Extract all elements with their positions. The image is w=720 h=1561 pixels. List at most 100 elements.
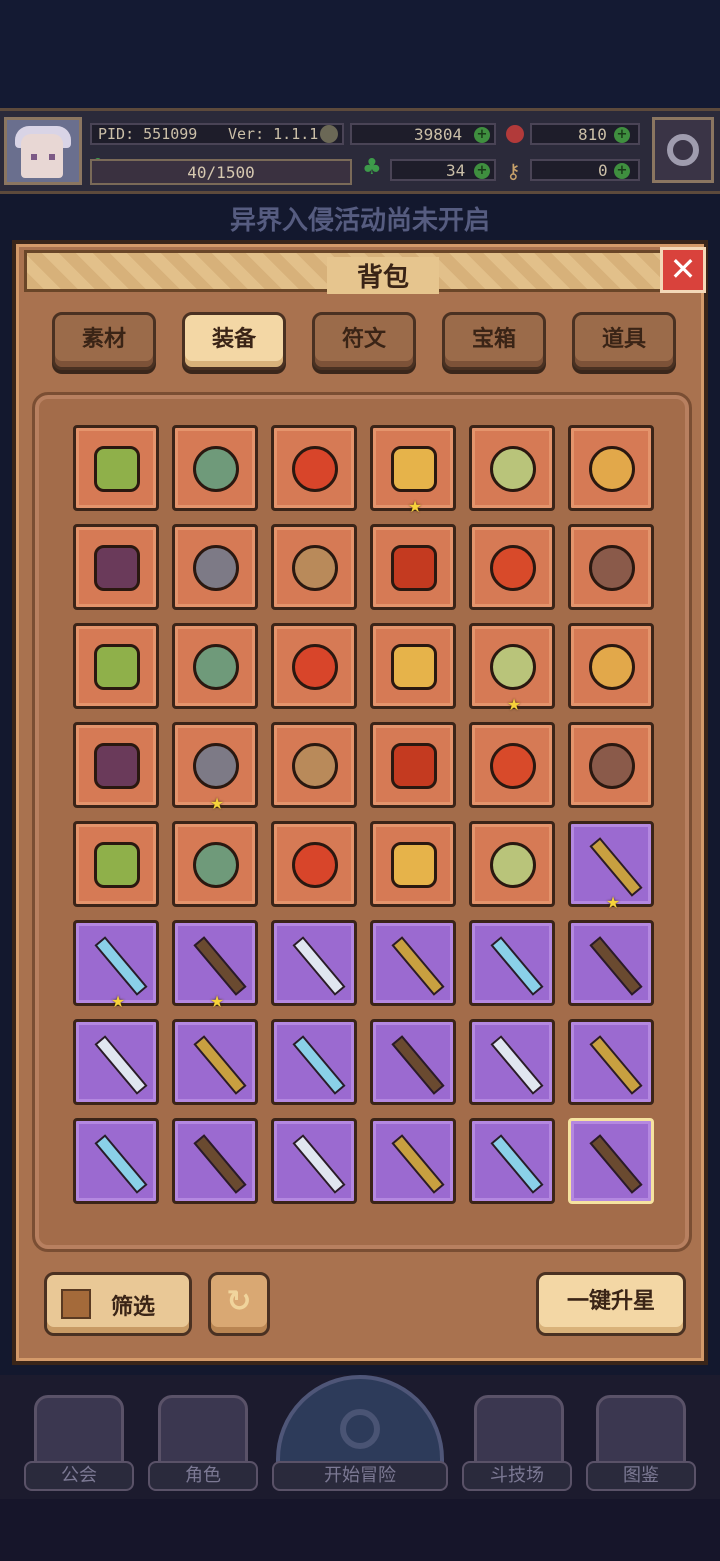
- equipment-slot[interactable]: [271, 623, 357, 709]
- equipment-slot[interactable]: [469, 1118, 555, 1204]
- star-icon: ★: [209, 794, 225, 813]
- feather-necklace-icon: [94, 842, 140, 888]
- crossbow-icon: [589, 1134, 643, 1194]
- equipment-slot[interactable]: [370, 623, 456, 709]
- equipment-slot[interactable]: [271, 920, 357, 1006]
- equipment-slot[interactable]: [271, 524, 357, 610]
- equipment-slot[interactable]: ★: [172, 920, 258, 1011]
- equipment-slot[interactable]: [271, 1019, 357, 1105]
- equipment-slot[interactable]: [271, 1118, 357, 1204]
- filter-button[interactable]: 筛选: [44, 1272, 192, 1336]
- jade-armor-icon: [193, 446, 239, 492]
- equipment-slot[interactable]: [172, 425, 258, 511]
- equipment-slot[interactable]: [568, 1118, 654, 1204]
- green-heart-necklace-icon: [193, 743, 239, 789]
- equipment-slot[interactable]: [370, 722, 456, 808]
- equipment-slot[interactable]: ★: [172, 722, 258, 813]
- equipment-slot[interactable]: [172, 524, 258, 610]
- equipment-slot[interactable]: [568, 920, 654, 1006]
- steel-sword-icon: [490, 1035, 544, 1095]
- winged-belt-icon: [589, 545, 635, 591]
- key-add-icon[interactable]: +: [614, 163, 630, 179]
- equipment-slot[interactable]: [271, 821, 357, 907]
- equipment-slot[interactable]: [172, 821, 258, 907]
- equipment-slot[interactable]: [370, 821, 456, 907]
- charm-necklace-icon: [589, 743, 635, 789]
- gold-sword-icon: [490, 936, 544, 996]
- gear-icon: [667, 134, 699, 166]
- equipment-slot[interactable]: ★: [370, 425, 456, 516]
- grid-icon: [61, 1289, 91, 1319]
- bag-panel: 背包 ✕ 素材 装备 符文 宝箱 道具 ★ ★ ★ ★ ★ ★ 筛选 ↻ 一键升星: [12, 240, 708, 1365]
- equipment-slot[interactable]: [73, 821, 159, 907]
- tab-items[interactable]: 道具: [572, 312, 676, 370]
- equipment-slot[interactable]: [271, 425, 357, 511]
- equipment-slot[interactable]: [73, 722, 159, 808]
- equipment-slot[interactable]: [73, 1118, 159, 1204]
- equipment-slot[interactable]: [370, 920, 456, 1006]
- settings-button[interactable]: [652, 117, 714, 183]
- clover-add-icon[interactable]: +: [474, 163, 490, 179]
- key-amount: 0: [598, 161, 608, 180]
- equipment-slot[interactable]: [469, 1019, 555, 1105]
- clover-icon: ♣: [362, 155, 382, 180]
- tab-materials[interactable]: 素材: [52, 312, 156, 370]
- equipment-slot[interactable]: [568, 524, 654, 610]
- equipment-slot[interactable]: ★: [73, 920, 159, 1011]
- info-icon[interactable]: [320, 125, 338, 143]
- nav-bottom-strip: [0, 1499, 720, 1561]
- star-icon: ★: [110, 992, 126, 1011]
- equipment-slot[interactable]: [73, 1019, 159, 1105]
- tab-equipment[interactable]: 装备: [182, 312, 286, 370]
- green-armor-icon: [94, 446, 140, 492]
- equipment-slot[interactable]: [469, 920, 555, 1006]
- equipment-slot[interactable]: [568, 425, 654, 511]
- equipment-slot[interactable]: [469, 425, 555, 511]
- green-boots-icon: [94, 644, 140, 690]
- equipment-slot[interactable]: [568, 722, 654, 808]
- top-dark-area: [0, 0, 720, 108]
- equipment-slot[interactable]: [271, 722, 357, 808]
- tab-chests[interactable]: 宝箱: [442, 312, 546, 370]
- star-icon: ★: [209, 992, 225, 1011]
- equipment-slot[interactable]: [73, 524, 159, 610]
- player-avatar[interactable]: [4, 117, 82, 185]
- refresh-button[interactable]: ↻: [208, 1272, 270, 1336]
- green-staff-icon: [193, 936, 247, 996]
- equipment-slot[interactable]: [73, 623, 159, 709]
- equipment-slot[interactable]: ★: [469, 623, 555, 714]
- equipment-slot[interactable]: [370, 1118, 456, 1204]
- equipment-slot[interactable]: [172, 1019, 258, 1105]
- equipment-slot[interactable]: [370, 524, 456, 610]
- star-icon: ★: [605, 893, 621, 912]
- leather-belt-icon: [292, 545, 338, 591]
- dark-belt-icon: [94, 545, 140, 591]
- star-icon: ★: [506, 695, 522, 714]
- status-bar: PID: 551099 Ver: 1.1.1.0 39804 + 810 + ♣…: [0, 108, 720, 194]
- gem-add-icon[interactable]: +: [614, 127, 630, 143]
- equipment-slot[interactable]: [568, 623, 654, 709]
- equipment-slot[interactable]: [469, 821, 555, 907]
- nav-label-codex: 图鉴: [586, 1461, 696, 1491]
- equipment-slot[interactable]: [469, 722, 555, 808]
- equipment-slot[interactable]: [172, 623, 258, 709]
- equipment-slot[interactable]: [568, 1019, 654, 1105]
- gold-add-icon[interactable]: +: [474, 127, 490, 143]
- equipment-slot[interactable]: [172, 1118, 258, 1204]
- tab-runes[interactable]: 符文: [312, 312, 416, 370]
- one-click-upgrade-button[interactable]: 一键升星: [536, 1272, 686, 1336]
- green-star-icon: [94, 743, 140, 789]
- gem-ring-icon: [391, 842, 437, 888]
- equipment-slot[interactable]: [73, 425, 159, 511]
- equipment-slot[interactable]: [469, 524, 555, 610]
- angel-ring-icon: [292, 842, 338, 888]
- serrated-blade-icon: [94, 1134, 148, 1194]
- close-button[interactable]: ✕: [660, 247, 706, 293]
- gold-glove-icon: [589, 446, 635, 492]
- bronze-blade-icon: [292, 1035, 346, 1095]
- equipment-slot[interactable]: [370, 1019, 456, 1105]
- equipment-slot[interactable]: ★: [568, 821, 654, 912]
- broad-sword-icon: [292, 1134, 346, 1194]
- avatar-eye: [31, 154, 37, 160]
- nav-label-guild: 公会: [24, 1461, 134, 1491]
